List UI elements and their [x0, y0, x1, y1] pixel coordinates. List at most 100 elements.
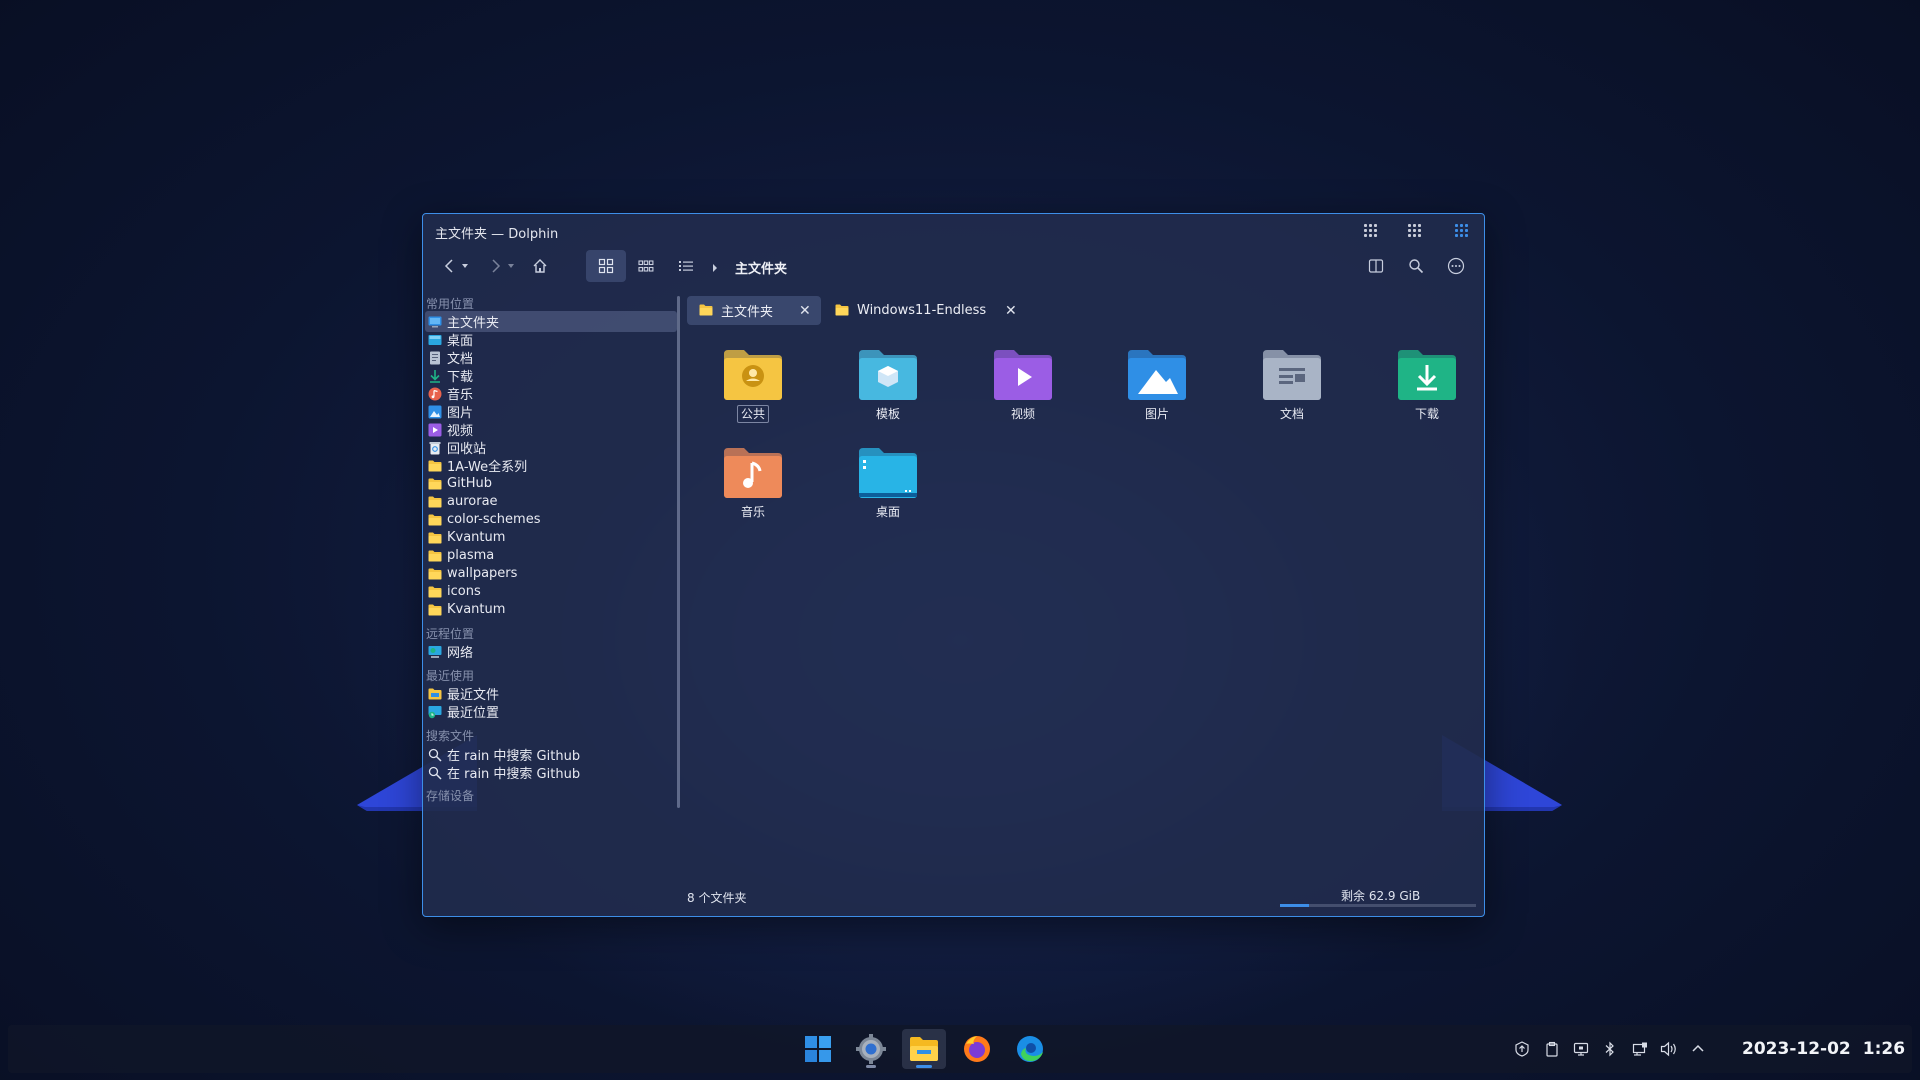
- menu-button[interactable]: [1441, 250, 1471, 282]
- recent-files-icon: [428, 687, 442, 701]
- section-header-search: 搜索文件: [426, 729, 475, 743]
- folder-name: 公共: [703, 405, 803, 423]
- downloads-folder-icon: [1396, 348, 1458, 402]
- folder-name: 图片: [1107, 405, 1207, 422]
- folder-item[interactable]: 桌面: [838, 446, 938, 526]
- folder-name: 文档: [1242, 405, 1342, 422]
- settings-app[interactable]: [849, 1029, 893, 1069]
- folder-count: 8 个文件夹: [687, 891, 747, 905]
- home-button[interactable]: [526, 250, 554, 282]
- split-view-icon: [1368, 259, 1384, 273]
- clock-date: 2023-12-02: [1742, 1039, 1851, 1059]
- compact-view-icon: [638, 260, 654, 272]
- folder-name: 下载: [1377, 405, 1477, 422]
- tab-0[interactable]: 主文件夹 ✕: [687, 296, 821, 325]
- back-button[interactable]: [437, 250, 477, 282]
- folder-icon: [428, 585, 442, 599]
- network-icon: [1632, 1042, 1647, 1056]
- edge-app[interactable]: [1008, 1029, 1052, 1069]
- breadcrumb-arrow-icon: [713, 264, 717, 272]
- folder-name-text: 桌面: [875, 505, 900, 519]
- free-space-label: 剩余 62.9 GiB: [1341, 889, 1421, 903]
- bluetooth-icon: [1605, 1041, 1614, 1057]
- file-manager-app[interactable]: [902, 1029, 946, 1069]
- templates-folder-icon: [857, 348, 919, 402]
- active-indicator: [916, 1065, 932, 1068]
- back-arrow-icon: [444, 259, 468, 273]
- title-bar[interactable]: 主文件夹 — Dolphin: [423, 214, 1484, 246]
- folder-item[interactable]: 视频: [973, 348, 1073, 428]
- close-tab-icon[interactable]: ✕: [1005, 303, 1017, 319]
- tab-label: 主文件夹: [721, 305, 774, 320]
- sidebar-item-places-16[interactable]: Kvantum: [425, 599, 677, 620]
- folder-item[interactable]: 文档: [1242, 348, 1342, 428]
- start-button[interactable]: [796, 1029, 840, 1069]
- tray-network[interactable]: [1630, 1039, 1650, 1059]
- minimize-button[interactable]: [1363, 223, 1377, 237]
- public-folder-icon: [722, 348, 784, 402]
- window-title: 主文件夹 — Dolphin: [435, 227, 559, 242]
- panel-splitter[interactable]: [677, 296, 680, 808]
- sidebar-item-label: 网络: [447, 646, 474, 661]
- folder-name-text: 模板: [875, 407, 900, 421]
- sidebar-item-label: plasma: [447, 548, 495, 563]
- folder-name-text: 下载: [1414, 407, 1439, 421]
- sidebar-item-recent-1[interactable]: 最近位置: [425, 701, 677, 722]
- music-icon: [428, 387, 442, 401]
- section-header-recent: 最近使用: [426, 669, 475, 683]
- sidebar-item-remote-0[interactable]: 网络: [425, 641, 677, 662]
- clock-time: 1:26: [1862, 1039, 1906, 1059]
- folder-name-text: 音乐: [740, 505, 765, 519]
- running-indicator: [866, 1065, 876, 1068]
- picture-icon: [428, 405, 442, 419]
- search-icon: [1409, 259, 1424, 274]
- recent-locations-icon: [428, 705, 442, 719]
- close-button[interactable]: [1454, 223, 1468, 237]
- firefox-app[interactable]: [955, 1029, 999, 1069]
- section-header-devices: 存储设备: [426, 789, 475, 803]
- details-view-button[interactable]: [670, 250, 702, 282]
- disk-usage-bar[interactable]: [1280, 904, 1476, 907]
- search-icon: [428, 766, 442, 780]
- compact-view-button[interactable]: [630, 250, 662, 282]
- folder-item[interactable]: 模板: [838, 348, 938, 428]
- folder-item[interactable]: 公共: [703, 348, 803, 428]
- videos-folder-icon: [992, 348, 1054, 402]
- folder-item[interactable]: 音乐: [703, 446, 803, 526]
- clock[interactable]: 2023-12-02 1:26: [1742, 1039, 1917, 1059]
- toolbar: 主文件夹: [423, 246, 1484, 286]
- search-icon: [428, 748, 442, 762]
- folder-item[interactable]: 下载: [1377, 348, 1477, 428]
- tray-display[interactable]: [1571, 1039, 1591, 1059]
- tab-label: Windows11-Endless: [857, 303, 987, 318]
- list-view-icon: [679, 261, 693, 271]
- folder-icon: [428, 567, 442, 581]
- tray-clipboard[interactable]: [1542, 1039, 1562, 1059]
- network-icon: [428, 645, 442, 659]
- maximize-button[interactable]: [1407, 223, 1421, 237]
- split-view-button[interactable]: [1361, 250, 1391, 282]
- folder-name-text: 公共: [736, 405, 769, 423]
- folder-icon: [428, 531, 442, 545]
- volume-icon: [1660, 1041, 1676, 1057]
- tray-volume[interactable]: [1659, 1039, 1679, 1059]
- tab-1[interactable]: Windows11-Endless ✕: [823, 296, 1027, 325]
- breadcrumb[interactable]: 主文件夹: [735, 258, 787, 277]
- icons-view-button[interactable]: [586, 250, 626, 282]
- tray-updates[interactable]: [1512, 1039, 1532, 1059]
- dolphin-window: 主文件夹 — Dolphin 主文件夹 常用位置 主文件夹 桌面 文档 下载 音…: [422, 213, 1485, 917]
- tray-bluetooth[interactable]: [1600, 1039, 1620, 1059]
- close-tab-icon[interactable]: ✕: [799, 303, 811, 319]
- section-header-remote: 远程位置: [426, 627, 475, 641]
- firefox-icon: [964, 1036, 990, 1062]
- sidebar-item-label: Kvantum: [447, 602, 506, 617]
- search-button[interactable]: [1401, 250, 1431, 282]
- document-icon: [428, 351, 442, 365]
- folder-icon: [428, 495, 442, 509]
- sidebar-item-searches-1[interactable]: 在 rain 中搜索 Github: [425, 762, 677, 783]
- sidebar-item-label: 在 rain 中搜索 Github: [447, 767, 581, 782]
- folder-icon: [428, 603, 442, 617]
- tray-expand[interactable]: [1688, 1039, 1708, 1059]
- forward-button[interactable]: [483, 250, 523, 282]
- folder-item[interactable]: 图片: [1107, 348, 1207, 428]
